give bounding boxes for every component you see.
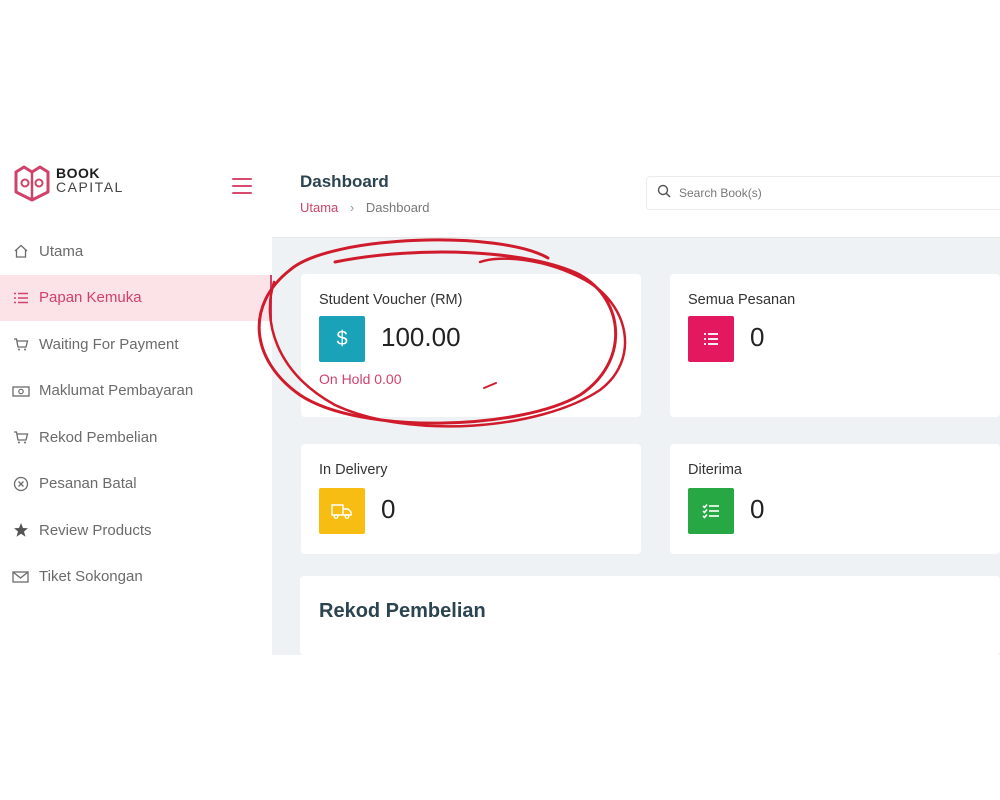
cart-icon — [12, 428, 30, 446]
sidebar-item-waiting-for-payment[interactable]: Waiting For Payment — [0, 321, 272, 368]
sidebar-item-maklumat-pembayaran[interactable]: Maklumat Pembayaran — [0, 368, 272, 415]
card-label: Semua Pesanan — [688, 292, 796, 308]
breadcrumb-current: Dashboard — [365, 200, 430, 215]
orders-card: Semua Pesanan 0 — [670, 274, 1000, 417]
card-value: 100.00 — [381, 322, 461, 352]
list-icon — [688, 316, 734, 362]
brand-line2: CAPITAL — [56, 179, 124, 195]
card-label: In Delivery — [319, 462, 388, 478]
sidebar-menu: Utama Papan Kemuka Waiting For Payment M… — [0, 228, 272, 600]
list-icon — [12, 289, 30, 307]
sidebar-item-label: Maklumat Pembayaran — [39, 382, 194, 400]
breadcrumb-home-link[interactable]: Utama — [300, 200, 338, 215]
mail-icon — [12, 568, 30, 586]
sidebar-item-label: Utama — [39, 242, 84, 260]
brand-logo[interactable]: BOOK CAPITAL — [12, 162, 132, 206]
on-hold-text: On Hold 0.00 — [319, 371, 402, 387]
sidebar-item-pesanan-batal[interactable]: Pesanan Batal — [0, 461, 272, 508]
cart-icon — [12, 335, 30, 353]
cash-icon — [12, 382, 30, 400]
rekod-pembelian-section: Rekod Pembelian — [300, 576, 1000, 655]
card-label: Student Voucher (RM) — [319, 292, 463, 308]
sidebar-item-label: Waiting For Payment — [39, 335, 179, 353]
chevron-right-icon: › — [349, 200, 355, 215]
card-value: 0 — [381, 494, 396, 524]
search-icon — [657, 184, 671, 203]
home-icon — [12, 242, 30, 260]
sidebar-item-label: Tiket Sokongan — [39, 568, 143, 586]
brand-line1: BOOK — [56, 165, 100, 181]
book-capital-logo-icon — [14, 165, 50, 202]
search-input[interactable] — [679, 186, 979, 200]
breadcrumb: Utama › Dashboard — [300, 200, 430, 215]
sidebar-item-label: Review Products — [39, 521, 152, 539]
card-value: 0 — [750, 494, 765, 524]
section-title: Rekod Pembelian — [319, 600, 486, 622]
card-label: Diterima — [688, 462, 742, 478]
card-value: 0 — [750, 322, 765, 352]
star-icon — [12, 521, 30, 539]
sidebar-item-rekod-pembelian[interactable]: Rekod Pembelian — [0, 414, 272, 461]
cancel-circle-icon — [12, 475, 30, 493]
received-card: Diterima 0 — [670, 444, 1000, 554]
sidebar-item-tiket-sokongan[interactable]: Tiket Sokongan — [0, 554, 272, 601]
sidebar-item-papan-kemuka[interactable]: Papan Kemuka — [0, 274, 272, 321]
checklist-icon — [688, 488, 734, 534]
truck-icon — [319, 488, 365, 534]
hamburger-menu-icon[interactable] — [232, 178, 256, 198]
sidebar: BOOK CAPITAL Utama Papan Kemuka Waiting … — [0, 154, 272, 655]
sidebar-item-review-products[interactable]: Review Products — [0, 507, 272, 554]
app-window: BOOK CAPITAL Utama Papan Kemuka Waiting … — [0, 154, 1000, 655]
sidebar-item-utama[interactable]: Utama — [0, 228, 272, 275]
voucher-card: Student Voucher (RM) $ 100.00 On Hold 0.… — [301, 274, 641, 417]
sidebar-item-label: Papan Kemuka — [39, 289, 142, 307]
top-header: Dashboard Utama › Dashboard — [272, 154, 1000, 238]
dollar-icon: $ — [319, 316, 365, 362]
search-box[interactable] — [646, 176, 1000, 210]
delivery-card: In Delivery 0 — [301, 444, 641, 554]
page-title: Dashboard — [300, 172, 389, 191]
sidebar-item-label: Rekod Pembelian — [39, 428, 158, 446]
sidebar-item-label: Pesanan Batal — [39, 475, 137, 493]
